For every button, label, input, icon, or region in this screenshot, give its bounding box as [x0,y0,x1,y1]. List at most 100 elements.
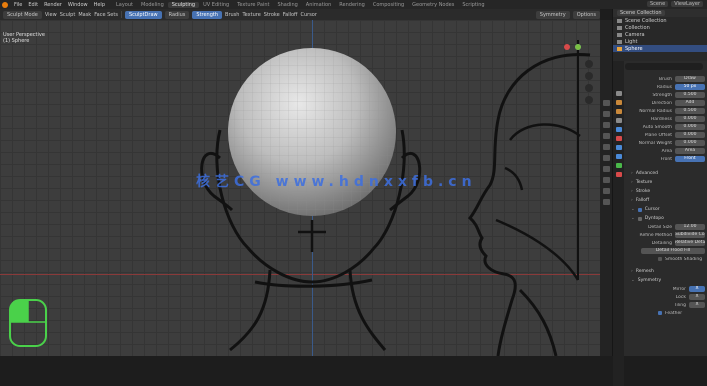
chevron-right-icon: › [631,189,633,194]
tool-settings-icon[interactable] [615,91,622,96]
outliner-item-selected[interactable]: Sphere [613,45,707,52]
strength-value[interactable]: 0.500 [675,92,705,98]
outliner-item[interactable]: Camera [613,31,707,38]
pan-icon[interactable] [585,72,593,80]
detailing-value[interactable]: Relative Detail [675,240,705,246]
menu-edit[interactable]: Edit [25,2,41,8]
section-falloff[interactable]: › Falloff [625,196,707,205]
stroke-dropdown[interactable]: Stroke [264,12,280,18]
prop-row: Normal Radius 0.500 [625,107,707,115]
modifier-props-icon[interactable] [615,154,622,159]
normal-weight-value[interactable]: 0.000 [675,140,705,146]
world-props-icon[interactable] [615,136,622,141]
hardness-value[interactable]: 0.000 [675,116,705,122]
modifier-icon[interactable] [602,177,610,183]
detail-flood-fill-button[interactable]: Detail Flood Fill [641,248,705,254]
menu-help[interactable]: Help [91,2,108,8]
object-icon[interactable] [602,166,610,172]
mode-selector[interactable]: Sculpt Mode [3,10,42,19]
view-layer-props-icon[interactable] [615,118,622,123]
tool-icon[interactable] [602,100,610,106]
menu-file[interactable]: File [11,2,25,8]
material-icon[interactable] [602,199,610,205]
output-props-icon[interactable] [615,109,622,114]
zoom-icon[interactable] [585,60,593,68]
feather-checkbox[interactable] [658,311,662,315]
menu-sculpt[interactable]: Sculpt [60,12,76,18]
cursor-checkbox[interactable] [637,207,642,212]
radius-value[interactable]: 50 px [675,84,705,90]
falloff-dropdown[interactable]: Falloff [283,12,298,18]
brush-field[interactable]: Draw [675,76,705,82]
menu-face-sets[interactable]: Face Sets [94,12,118,18]
mirror-x-toggle[interactable]: X [689,286,705,292]
cursor-dropdown[interactable]: Cursor [300,12,316,18]
detail-size-value[interactable]: 12.00 [675,224,705,230]
auto-smooth-value[interactable]: 0.000 [675,124,705,130]
tab-uv-editing[interactable]: UV Editing [199,2,233,8]
properties-search[interactable] [625,63,703,70]
section-cursor[interactable]: ⌄ Cursor [625,205,707,214]
outliner-display-mode[interactable]: Scene Collection [617,10,665,16]
lock-x-toggle[interactable]: X [689,294,705,300]
outliner-item[interactable]: Collection [613,24,707,31]
view-layer-selector[interactable]: ViewLayer [671,1,703,7]
tab-geometry-nodes[interactable]: Geometry Nodes [408,2,458,8]
brush-dropdown[interactable]: Brush [225,12,239,18]
chevron-right-icon: › [631,171,633,176]
perspective-toggle-icon[interactable] [585,96,593,104]
menu-window[interactable]: Window [65,2,91,8]
object-props-icon[interactable] [615,145,622,150]
tab-scripting[interactable]: Scripting [458,2,488,8]
mesh-data-icon[interactable] [615,163,622,168]
normal-radius-value[interactable]: 0.500 [675,108,705,114]
tab-sculpting[interactable]: Sculpting [167,1,200,8]
section-dyntopo[interactable]: ⌄ Dyntopo [625,214,707,223]
plane-offset-value[interactable]: 0.000 [675,132,705,138]
smooth-shading-checkbox[interactable] [658,257,662,261]
brush-selector[interactable]: SculptDraw [124,10,162,19]
tab-animation[interactable]: Animation [302,2,336,8]
blender-logo-icon[interactable] [2,1,8,8]
render-props-icon[interactable] [615,100,622,105]
tiling-x-toggle[interactable]: X [689,302,705,308]
outliner-item[interactable]: Light [613,38,707,45]
front-value[interactable]: Front [675,156,705,162]
area-value[interactable]: Area [675,148,705,154]
menu-render[interactable]: Render [41,2,65,8]
refine-method-value[interactable]: Subdivide Collapse [675,232,705,238]
section-stroke[interactable]: › Stroke [625,187,707,196]
strength-field[interactable]: Strength [192,10,223,19]
scene-icon[interactable] [602,144,610,150]
menu-view[interactable]: View [45,12,57,18]
tab-modeling[interactable]: Modeling [137,2,168,8]
section-symmetry[interactable]: ⌄ Symmetry [625,276,707,285]
scene-props-icon[interactable] [615,127,622,132]
section-remesh[interactable]: › Remesh [625,267,707,276]
menu-mask[interactable]: Mask [78,12,91,18]
3d-viewport[interactable]: User Perspective (1) Sphere 核艺CG www.hdn… [0,20,600,356]
tab-texture-paint[interactable]: Texture Paint [233,2,273,8]
texture-dropdown[interactable]: Texture [242,12,260,18]
direction-value[interactable]: Add [675,100,705,106]
view-layer-icon[interactable] [602,133,610,139]
material-props-icon[interactable] [615,172,622,177]
section-advanced[interactable]: › Advanced [625,169,707,178]
output-icon[interactable] [602,122,610,128]
scene-selector[interactable]: Scene [646,1,669,7]
section-texture[interactable]: › Texture [625,178,707,187]
render-icon[interactable] [602,111,610,117]
dyntopo-checkbox[interactable] [637,216,642,221]
tab-layout[interactable]: Layout [112,2,137,8]
symmetry-dropdown[interactable]: Symmetry [535,10,570,19]
options-dropdown[interactable]: Options [572,10,600,19]
radius-field[interactable]: Radius [164,10,190,19]
tab-compositing[interactable]: Compositing [369,2,408,8]
camera-view-icon[interactable] [585,84,593,92]
world-icon[interactable] [602,155,610,161]
tab-rendering[interactable]: Rendering [335,2,369,8]
data-icon[interactable] [602,188,610,194]
header-separator [120,11,122,18]
tab-shading[interactable]: Shading [273,2,301,8]
outliner-item[interactable]: Scene Collection [613,17,707,24]
